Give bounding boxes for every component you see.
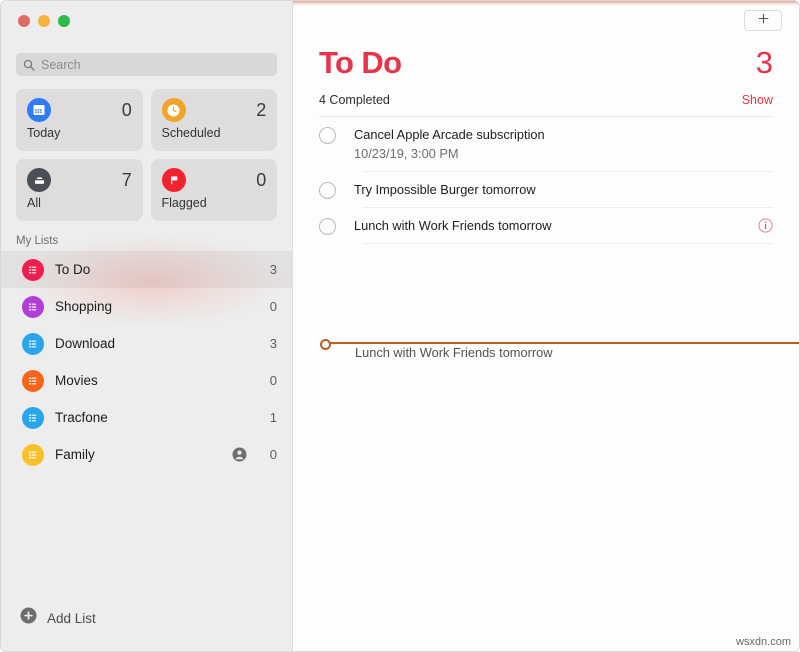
smart-list-count: 0 bbox=[121, 99, 132, 120]
list-count: 1 bbox=[269, 410, 277, 425]
watermark: wsxdn.com bbox=[735, 636, 791, 648]
add-list-button[interactable]: Add List bbox=[1, 607, 292, 651]
calendar-icon bbox=[27, 98, 51, 122]
list-label: Tracfone bbox=[55, 410, 108, 425]
list-lines-icon bbox=[22, 369, 44, 392]
list-count: 3 bbox=[269, 336, 277, 351]
add-reminder-button[interactable] bbox=[744, 10, 782, 31]
sidebar-item-download[interactable]: Download 3 bbox=[1, 325, 292, 362]
task-checkbox[interactable] bbox=[319, 181, 336, 199]
list-count: 0 bbox=[269, 447, 277, 462]
smart-list-scheduled[interactable]: 2 Scheduled bbox=[150, 89, 277, 151]
list-lines-icon bbox=[22, 406, 44, 429]
list-count: 3 bbox=[269, 262, 277, 277]
smart-list-label: Flagged bbox=[161, 196, 207, 210]
list-count: 0 bbox=[269, 299, 277, 314]
list-label: Shopping bbox=[55, 299, 113, 314]
shared-person-icon bbox=[232, 447, 247, 462]
list-label: Download bbox=[55, 336, 116, 351]
clock-icon bbox=[161, 98, 186, 122]
smart-list-count: 2 bbox=[256, 99, 266, 120]
list-lines-icon bbox=[22, 332, 44, 355]
drag-drop-indicator bbox=[320, 339, 799, 350]
smart-list-label: Scheduled bbox=[161, 126, 221, 140]
smart-list-flagged[interactable]: 0 Flagged bbox=[150, 159, 277, 221]
info-icon[interactable] bbox=[758, 217, 773, 238]
smart-list-count: 7 bbox=[121, 169, 132, 190]
sidebar-item-family[interactable]: Family 0 bbox=[1, 436, 292, 473]
task-row[interactable]: Lunch with Work Friends tomorrow bbox=[293, 208, 799, 243]
list-total-count: 3 bbox=[755, 45, 773, 80]
list-label: Family bbox=[55, 447, 95, 462]
list-count: 0 bbox=[269, 373, 277, 388]
search-input[interactable] bbox=[41, 57, 270, 72]
smart-list-all[interactable]: 7 All bbox=[16, 159, 143, 221]
minimize-window-button[interactable] bbox=[38, 15, 50, 27]
task-row[interactable]: Try Impossible Burger tomorrow bbox=[293, 172, 799, 207]
search-icon bbox=[23, 59, 35, 71]
completed-count-label: 4 Completed bbox=[319, 93, 390, 107]
task-checkbox[interactable] bbox=[319, 217, 336, 235]
smart-list-count: 0 bbox=[256, 169, 266, 190]
completed-row: 4 Completed Show bbox=[293, 78, 799, 107]
add-list-label: Add List bbox=[47, 610, 96, 626]
task-due-date: 10/23/19, 3:00 PM bbox=[354, 146, 459, 162]
search-container bbox=[1, 41, 292, 76]
smart-lists-grid: 0 Today 2 Scheduled 7 All 0 Flagged bbox=[1, 76, 292, 221]
task-checkbox[interactable] bbox=[319, 127, 336, 144]
sidebar-item-movies[interactable]: Movies 0 bbox=[1, 362, 292, 399]
sidebar-item-shopping[interactable]: Shopping 0 bbox=[1, 288, 292, 325]
reminders-window: 0 Today 2 Scheduled bbox=[0, 0, 800, 652]
sidebar: 0 Today 2 Scheduled bbox=[1, 1, 293, 651]
list-lines-icon bbox=[22, 295, 44, 318]
task-title: Lunch with Work Friends tomorrow bbox=[354, 217, 552, 233]
my-lists-header: My Lists bbox=[16, 235, 59, 247]
smart-list-label: All bbox=[27, 196, 41, 210]
list-lines-icon bbox=[22, 258, 44, 281]
sidebar-item-to-do[interactable]: To Do 3 bbox=[1, 251, 292, 288]
search-field[interactable] bbox=[16, 53, 277, 76]
smart-list-today[interactable]: 0 Today bbox=[16, 89, 143, 151]
list-label: Movies bbox=[55, 373, 98, 388]
task-row[interactable]: Cancel Apple Arcade subscription 10/23/1… bbox=[293, 117, 799, 171]
list-lines-icon bbox=[22, 443, 44, 466]
flag-icon bbox=[161, 168, 186, 192]
maximize-window-button[interactable] bbox=[58, 15, 70, 27]
task-title: Cancel Apple Arcade subscription bbox=[354, 127, 545, 142]
my-lists: To Do 3 Shopping 0 Download 3 Movies 0 T… bbox=[1, 251, 292, 607]
close-window-button[interactable] bbox=[18, 15, 30, 27]
window-traffic-lights bbox=[1, 1, 292, 41]
inbox-icon bbox=[27, 168, 51, 192]
task-separator bbox=[363, 242, 773, 244]
dragged-task-ghost: Lunch with Work Friends tomorrow bbox=[355, 345, 553, 360]
top-accent-gradient bbox=[293, 1, 799, 6]
list-label: To Do bbox=[55, 262, 91, 277]
page-title: To Do bbox=[319, 45, 402, 80]
task-title: Try Impossible Burger tomorrow bbox=[354, 181, 536, 197]
main-panel: To Do 3 4 Completed Show Cancel Apple Ar… bbox=[293, 1, 799, 651]
list-header: To Do 3 bbox=[293, 1, 799, 78]
sidebar-item-tracfone[interactable]: Tracfone 1 bbox=[1, 399, 292, 436]
show-completed-link[interactable]: Show bbox=[742, 93, 773, 107]
task-list: Cancel Apple Arcade subscription 10/23/1… bbox=[293, 117, 799, 360]
smart-list-label: Today bbox=[27, 126, 61, 140]
plus-circle-icon bbox=[20, 607, 37, 629]
plus-icon bbox=[757, 12, 770, 30]
